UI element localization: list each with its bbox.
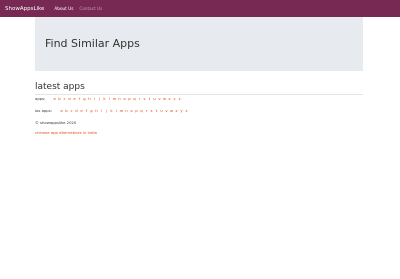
chinese-alternatives-link[interactable]: chinese app alternatives in india	[35, 130, 97, 135]
hero-banner: Find Similar Apps	[35, 17, 363, 71]
apps-letter-row: apps: abcdefghijklmnopqrstuvwxyz	[35, 95, 182, 101]
nav-contact-us[interactable]: Contact Us	[79, 6, 102, 11]
copyright-text: © showappslike 2020	[35, 120, 77, 125]
apps-row-label: apps:	[35, 95, 46, 101]
page-title: Find Similar Apps	[45, 37, 140, 50]
nav-about-us[interactable]: About Us	[54, 6, 73, 11]
navbar: ShowAppsLike About Us Contact Us	[0, 0, 400, 17]
apps-letter-links: abcdefghijklmnopqrstuvwxyz	[52, 96, 182, 101]
ios-letter-row: ios apps: abcdefghijklmnopqrstuvwxyz	[35, 107, 189, 113]
apps-letter-z-link[interactable]: z	[177, 96, 182, 101]
ios-letter-z-link[interactable]: z	[184, 108, 189, 113]
ios-row-label: ios apps:	[35, 107, 52, 113]
latest-apps-heading: latest apps	[35, 82, 85, 92]
ios-letter-links: abcdefghijklmnopqrstuvwxyz	[59, 108, 189, 113]
brand-link[interactable]: ShowAppsLike	[5, 6, 44, 12]
